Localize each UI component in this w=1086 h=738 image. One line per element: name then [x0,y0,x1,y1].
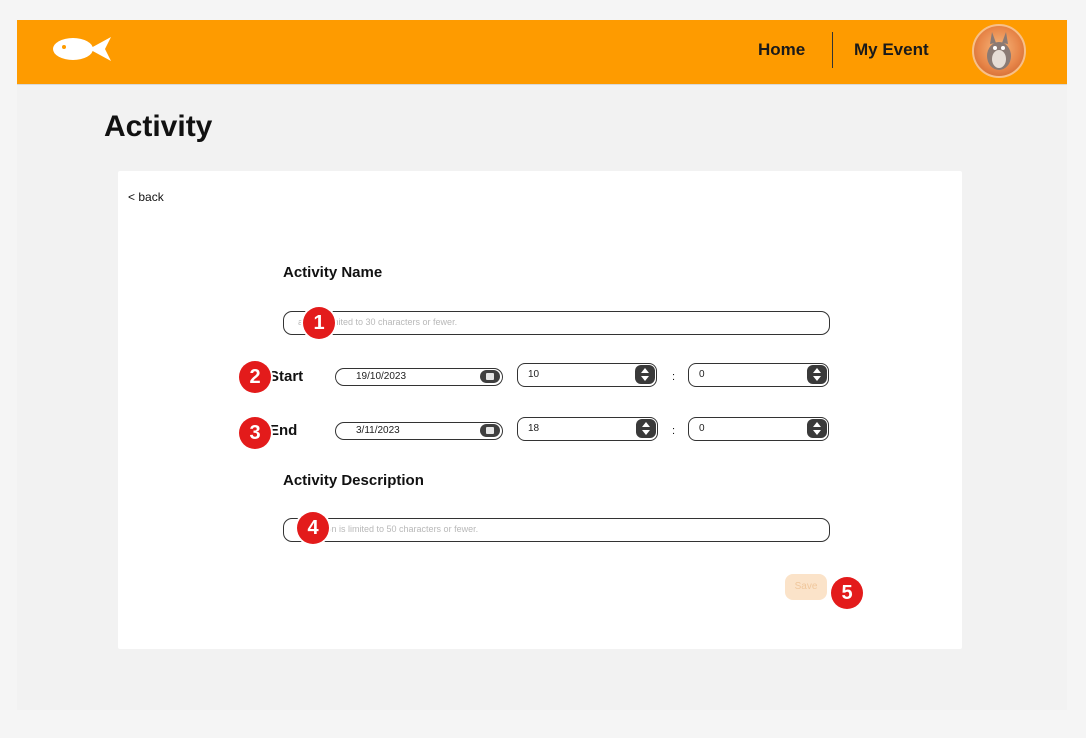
end-date-picker[interactable]: 3/11/2023 [335,422,503,440]
nav-divider [832,32,833,68]
activity-description-input[interactable]: escription is limited to 50 characters o… [283,518,830,542]
page-title: Activity [104,110,213,143]
start-hour-value: 10 [528,369,540,380]
start-hour-stepper[interactable]: 10 [517,363,657,387]
annotation-badge-2: 2 [239,361,271,393]
user-avatar[interactable] [972,24,1026,78]
app-window: Home My Event Activity < back Activity N… [17,20,1067,710]
end-label: End [269,422,298,439]
end-minute-stepper[interactable]: 0 [688,417,829,441]
annotation-badge-5: 5 [831,577,863,609]
activity-name-label: Activity Name [283,264,383,281]
end-date-value: 3/11/2023 [356,425,400,436]
spinner-arrows-icon[interactable] [636,419,656,438]
time-separator: : [672,425,676,437]
end-minute-value: 0 [699,423,705,434]
nav-my-event-link[interactable]: My Event [854,40,929,60]
activity-description-label: Activity Description [283,472,424,489]
annotation-badge-3: 3 [239,417,271,449]
spinner-arrows-icon[interactable] [807,419,827,438]
annotation-badge-4: 4 [297,512,329,544]
start-minute-value: 0 [699,369,705,380]
fish-logo-icon[interactable] [51,34,115,64]
start-date-picker[interactable]: 19/10/2023 [335,368,503,386]
end-hour-stepper[interactable]: 18 [517,417,658,441]
avatar-figure-icon [987,32,1011,70]
spinner-arrows-icon[interactable] [635,365,655,384]
time-separator: : [672,371,676,383]
save-button[interactable]: Save [785,574,827,600]
activity-name-input[interactable]: ame is limited to 30 characters or fewer… [283,311,830,335]
activity-form-card: < back Activity Name ame is limited to 3… [118,171,962,649]
nav-home-link[interactable]: Home [758,40,805,60]
top-navigation-bar: Home My Event [17,20,1067,85]
calendar-icon[interactable] [480,424,500,437]
start-minute-stepper[interactable]: 0 [688,363,829,387]
spinner-arrows-icon[interactable] [807,365,827,384]
end-hour-value: 18 [528,423,540,434]
back-link[interactable]: < back [128,190,164,204]
start-date-value: 19/10/2023 [356,371,407,382]
annotation-badge-1: 1 [303,307,335,339]
start-label: Start [269,368,304,385]
calendar-icon[interactable] [480,370,500,383]
